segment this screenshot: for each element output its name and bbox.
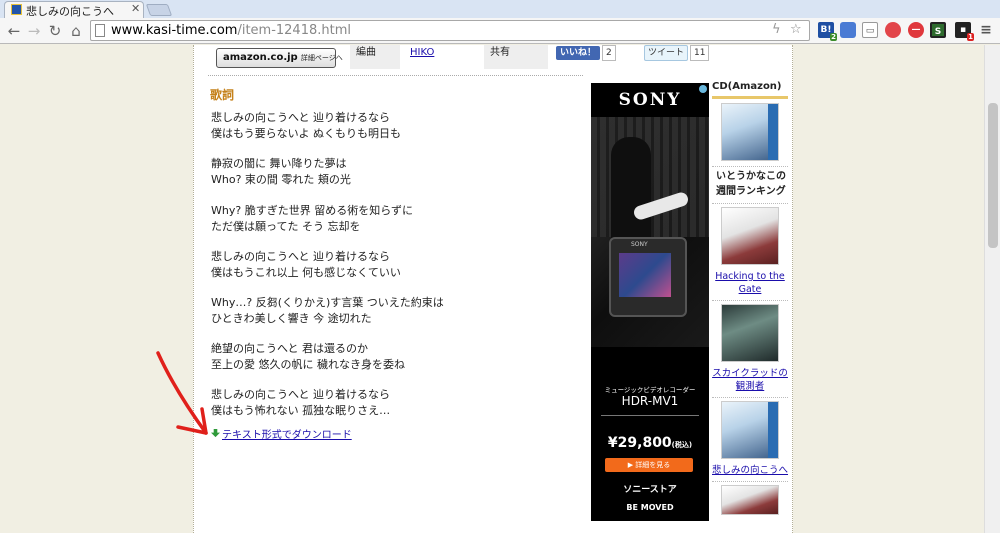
ad-brand: SONY: [618, 90, 682, 110]
divider: [712, 397, 788, 398]
facebook-like-count: 2: [602, 45, 616, 61]
hatena-bookmark-icon[interactable]: B! 2: [818, 22, 837, 41]
screenshot-icon[interactable]: S: [930, 22, 946, 38]
vertical-scrollbar[interactable]: [984, 45, 1000, 533]
weekly-ranking-header: いとうかなこの週間ランキング: [716, 171, 786, 197]
lyric-line: 悲しみの向こうへと 辿り着けるなら: [211, 388, 390, 401]
lyric-line: Who? 束の間 零れた 頬の光: [211, 173, 351, 186]
arranger-label: 編曲: [350, 45, 400, 69]
ranking-cover-image[interactable]: [721, 485, 779, 515]
download-text-link[interactable]: テキスト形式でダウンロード: [222, 430, 352, 441]
lyric-line: 至上の愛 悠久の帆に 穢れなき身を委ね: [211, 358, 405, 371]
lyric-line: ただ僕は願ってた そう 忘却を: [211, 220, 361, 233]
share-label: 共有: [484, 45, 548, 69]
adblock-icon[interactable]: —: [908, 22, 924, 38]
ad-model: HDR-MV1: [621, 394, 679, 408]
forward-icon[interactable]: →: [26, 22, 42, 40]
main-content: amazon.co.jp 詳細ページへ 編曲 HIKO 共有 いいね！ 2 ツイー…: [193, 45, 793, 533]
tweet-count: 11: [690, 45, 710, 61]
ranking-cover-image[interactable]: [721, 304, 779, 362]
ad-tagline: BE MOVED: [626, 503, 674, 512]
lightning-icon[interactable]: ϟ: [772, 22, 781, 37]
tweet-button[interactable]: ツイート: [644, 45, 689, 61]
lyric-line: Why…? 反芻(くりかえ)す言葉 ついえた約束は: [211, 296, 444, 309]
back-icon[interactable]: ←: [6, 22, 22, 40]
lyric-line: 僕はもう怖れない 孤独な眠りさえ…: [211, 404, 391, 417]
cd-cover-strip: [768, 402, 778, 458]
ad-price: ¥29,800: [607, 435, 672, 451]
url-path: /item-12418.html: [237, 23, 351, 38]
pocket-icon[interactable]: [885, 22, 901, 38]
amazon-sub-label: 詳細ページへ: [300, 54, 343, 62]
annotation-arrow-icon: [156, 351, 208, 435]
ranking-item-link[interactable]: スカイクラッドの観測者: [712, 367, 788, 393]
download-tray-icon[interactable]: ▭: [862, 22, 878, 38]
notification-count-badge: 1: [967, 33, 974, 41]
address-bar[interactable]: www.kasi-time.com/item-12418.html ϟ ☆: [90, 20, 810, 41]
ad-divider: [601, 415, 699, 416]
divider: [712, 481, 788, 482]
camera-brand-label: SONY: [631, 241, 648, 248]
download-link-row: テキスト形式でダウンロード: [211, 426, 352, 441]
song-info-bar: amazon.co.jp 詳細ページへ 編曲 HIKO 共有: [208, 45, 588, 73]
lyric-line: 悲しみの向こうへと 辿り着けるなら: [211, 250, 390, 263]
ranking-cover-image[interactable]: [721, 401, 779, 459]
amazon-detail-button[interactable]: amazon.co.jp 詳細ページへ: [216, 48, 343, 68]
ad-photo: SONY: [591, 117, 709, 347]
divider: [712, 300, 788, 301]
amazon-logo: amazon.co.jp: [223, 52, 298, 63]
ad-details-button[interactable]: ▶ 詳細を見る: [605, 458, 693, 472]
ad-subtitle: ミュージックビデオレコーダー: [604, 386, 696, 394]
scrollbar-thumb[interactable]: [988, 103, 998, 248]
facebook-like: いいね！ 2: [556, 45, 616, 61]
site-favicon-icon: [11, 4, 22, 15]
ad-tax: (税込): [671, 441, 693, 449]
tab-strip: 悲しみの向こうへ いとうかなこ ✕: [0, 0, 1000, 18]
ad-photo-camera: SONY: [609, 237, 687, 317]
sony-advertisement[interactable]: SONY SONY ミュージックビデオレコーダー HDR-MV1 ¥29,800…: [591, 83, 709, 521]
ad-price-row: ¥29,800(税込): [591, 435, 709, 451]
url-host: www.kasi-time.com: [111, 23, 238, 38]
lyric-line: 悲しみの向こうへと 辿り着けるなら: [211, 111, 390, 124]
facebook-like-button[interactable]: いいね！: [556, 46, 601, 60]
lyric-line: ひときわ美しく響き 今 途切れた: [211, 312, 372, 325]
tab-title: 悲しみの向こうへ いとうかなこ: [26, 5, 126, 18]
lyric-line: Why? 脆すぎた世界 留める術を知らずに: [211, 204, 413, 217]
notification-icon[interactable]: ▪ 1: [955, 22, 974, 41]
ad-photo-guitarist: [611, 137, 651, 247]
ranking-item-link[interactable]: Hacking to the Gate: [712, 270, 788, 296]
divider: [712, 203, 788, 204]
lyric-line: 僕はもうこれ以上 何も感じなくていい: [211, 266, 401, 279]
lyric-line: 僕はもう要らないよ ぬくもりも明日も: [211, 127, 401, 140]
new-tab-button[interactable]: [145, 4, 173, 16]
browser-tab[interactable]: 悲しみの向こうへ いとうかなこ ✕: [4, 1, 144, 18]
url-text[interactable]: www.kasi-time.com/item-12418.html: [111, 23, 351, 38]
right-sidebar: CD(Amazon) いとうかなこの週間ランキング Hacking to the…: [712, 81, 788, 533]
page-icon: [95, 24, 105, 37]
reload-icon[interactable]: ↻: [47, 22, 63, 40]
twitter-share: ツイート 11: [644, 45, 710, 61]
chat-icon[interactable]: [840, 22, 856, 38]
ranking-item-link[interactable]: 悲しみの向こうへ: [712, 464, 788, 477]
lyric-line: 静寂の闇に 舞い降りた夢は: [211, 157, 347, 170]
close-icon[interactable]: ✕: [131, 2, 140, 15]
lyrics-heading: 歌詞: [210, 88, 235, 102]
page-viewport: amazon.co.jp 詳細ページへ 編曲 HIKO 共有 いいね！ 2 ツイー…: [0, 45, 1000, 533]
ad-store: ソニーストア: [623, 485, 677, 495]
bookmark-star-icon[interactable]: ☆: [790, 22, 802, 37]
ranking-cover-image[interactable]: [721, 207, 779, 265]
arranger-link[interactable]: HIKO: [410, 47, 434, 58]
cd-cover-image[interactable]: [721, 103, 779, 161]
menu-icon[interactable]: ≡: [978, 22, 994, 38]
divider: [208, 75, 583, 76]
hatena-count-badge: 2: [830, 33, 837, 41]
divider: [712, 166, 788, 167]
camera-screen: [619, 253, 671, 297]
home-icon[interactable]: ⌂: [68, 22, 84, 40]
cd-amazon-header: CD(Amazon): [712, 81, 788, 99]
browser-toolbar: ← → ↻ ⌂ www.kasi-time.com/item-12418.htm…: [0, 18, 1000, 44]
cd-cover-strip: [768, 104, 778, 160]
lyric-line: 絶望の向こうへと 君は還るのか: [211, 342, 368, 355]
